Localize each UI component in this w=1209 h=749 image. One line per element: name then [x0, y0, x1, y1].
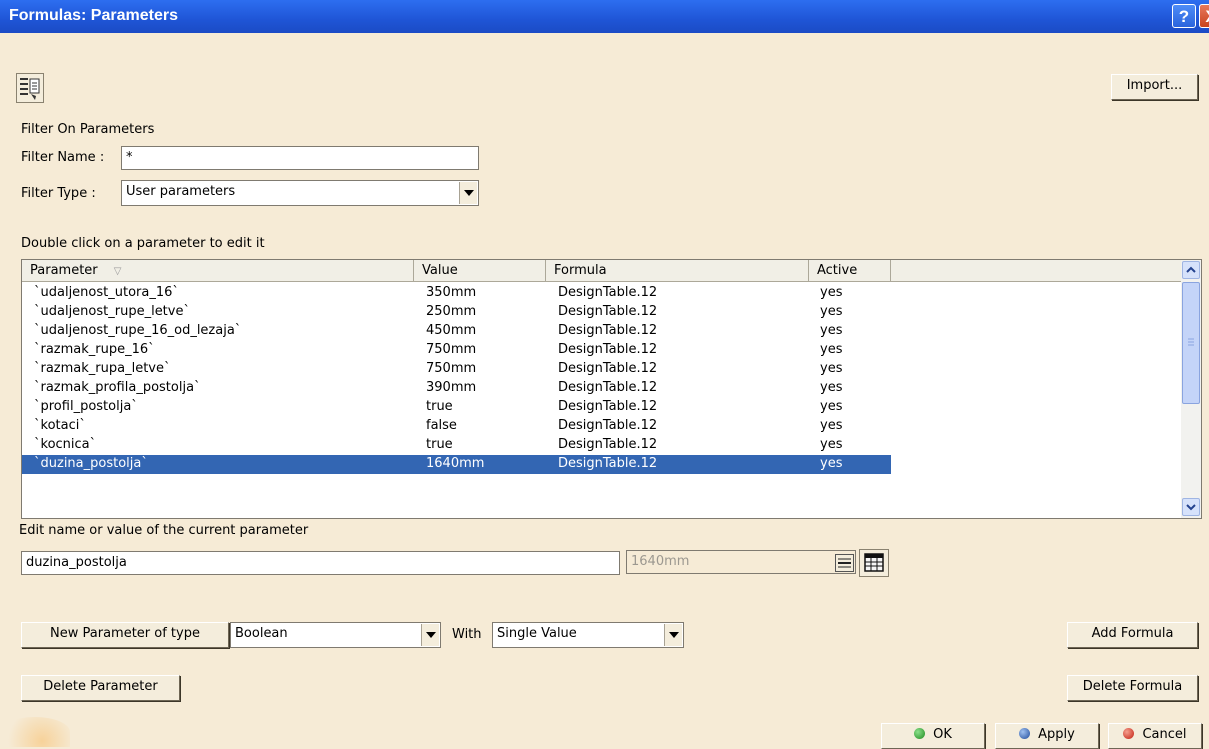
dialog-body: Import... Filter On Parameters Filter Na… [0, 33, 1209, 749]
edit-value-input: 1640mm [626, 550, 856, 574]
cell-value: false [426, 418, 457, 433]
with-value: Single Value [497, 626, 577, 641]
cell-formula: DesignTable.12 [558, 437, 658, 452]
parameter-explorer-icon[interactable] [16, 73, 44, 103]
cell-formula: DesignTable.12 [558, 323, 658, 338]
column-header-active[interactable]: Active [809, 260, 891, 282]
cell-value: true [426, 437, 453, 452]
cell-value: 350mm [426, 285, 477, 300]
cell-formula: DesignTable.12 [558, 285, 658, 300]
chevron-down-icon[interactable] [421, 624, 439, 646]
edit-label: Edit name or value of the current parame… [19, 523, 309, 538]
with-label: With [452, 627, 482, 642]
cell-parameter: `udaljenost_rupe_16_od_lezaja` [34, 323, 242, 338]
table-row[interactable]: `kocnica` true DesignTable.12 yes [22, 436, 891, 455]
scroll-down-icon[interactable] [1182, 498, 1200, 516]
cell-parameter: `duzina_postolja` [34, 456, 148, 471]
with-select[interactable]: Single Value [492, 622, 684, 648]
column-header-value[interactable]: Value [414, 260, 546, 282]
delete-parameter-button[interactable]: Delete Parameter [21, 675, 180, 701]
cell-value: true [426, 399, 453, 414]
cell-parameter: `udaljenost_rupe_letve` [34, 304, 190, 319]
design-table-icon[interactable] [859, 549, 889, 577]
cell-active: yes [820, 323, 843, 338]
table-row[interactable]: `razmak_rupe_16` 750mm DesignTable.12 yes [22, 341, 891, 360]
cell-value: 1640mm [426, 456, 485, 471]
ok-button[interactable]: OK [881, 723, 985, 749]
cell-parameter: `razmak_profila_postolja` [34, 380, 201, 395]
filter-section-label: Filter On Parameters [21, 122, 155, 137]
spinner-icon[interactable] [835, 554, 854, 572]
new-parameter-type-select[interactable]: Boolean [230, 622, 441, 648]
cell-parameter: `kocnica` [34, 437, 97, 452]
cell-value: 450mm [426, 323, 477, 338]
cell-value: 250mm [426, 304, 477, 319]
cell-active: yes [820, 285, 843, 300]
cell-active: yes [820, 456, 843, 471]
cell-active: yes [820, 418, 843, 433]
filter-type-select[interactable]: User parameters [121, 180, 479, 206]
title-bar: Formulas: Parameters ? X [0, 0, 1209, 33]
apply-button[interactable]: Apply [995, 723, 1099, 749]
ok-icon [914, 728, 926, 739]
add-formula-button[interactable]: Add Formula [1067, 622, 1198, 648]
import-button[interactable]: Import... [1111, 74, 1198, 100]
cell-parameter: `razmak_rupa_letve` [34, 361, 171, 376]
filter-icon: ▽ [113, 266, 122, 277]
decorative-orb [0, 717, 70, 747]
chevron-down-icon[interactable] [459, 182, 477, 204]
cell-active: yes [820, 342, 843, 357]
table-row[interactable]: `razmak_profila_postolja` 390mm DesignTabl… [22, 379, 891, 398]
table-row[interactable]: `razmak_rupa_letve` 750mm DesignTable.12 ye… [22, 360, 891, 379]
edit-name-input[interactable]: duzina_postolja [21, 551, 620, 575]
table-row[interactable]: `duzina_postolja` 1640mm DesignTable.12 yes [22, 454, 892, 475]
cell-active: yes [820, 361, 843, 376]
table-row[interactable]: `udaljenost_rupe_letve` 250mm DesignTable.… [22, 303, 891, 322]
column-header-formula[interactable]: Formula [546, 260, 809, 282]
cell-parameter: `udaljenost_utora_16` [34, 285, 179, 300]
filter-name-input[interactable]: * [121, 146, 479, 170]
cancel-button[interactable]: Cancel [1108, 723, 1202, 749]
scroll-up-icon[interactable] [1182, 261, 1200, 279]
close-button[interactable]: X [1199, 4, 1209, 28]
table-row[interactable]: `udaljenost_utora_16` 350mm DesignTable.12… [22, 284, 891, 303]
cell-parameter: `profil_postolja` [34, 399, 138, 414]
table-row[interactable]: `profil_postolja` true DesignTable.12 yes [22, 398, 891, 417]
cancel-icon [1123, 728, 1135, 739]
filter-type-label: Filter Type : [21, 186, 96, 201]
help-button[interactable]: ? [1172, 4, 1196, 28]
table-row[interactable]: `udaljenost_rupe_16_od_lezaja` 450mm Desig… [22, 322, 891, 341]
cell-formula: DesignTable.12 [558, 361, 658, 376]
cell-parameter: `razmak_rupe_16` [34, 342, 155, 357]
column-header-empty [891, 260, 1182, 282]
scroll-thumb[interactable] [1182, 282, 1200, 404]
cell-value: 750mm [426, 342, 477, 357]
parameters-table: Parameter ▽ Value Formula Active `udalje… [21, 259, 1202, 519]
column-header-parameter[interactable]: Parameter ▽ [22, 260, 414, 282]
delete-formula-button[interactable]: Delete Formula [1067, 675, 1198, 701]
filter-type-value: User parameters [126, 184, 236, 199]
cell-formula: DesignTable.12 [558, 456, 658, 471]
chevron-down-icon[interactable] [664, 624, 682, 646]
table-hint: Double click on a parameter to edit it [21, 236, 265, 251]
cell-active: yes [820, 380, 843, 395]
filter-name-label: Filter Name : [21, 150, 105, 165]
cell-value: 750mm [426, 361, 477, 376]
cell-formula: DesignTable.12 [558, 418, 658, 433]
cell-parameter: `kotaci` [34, 418, 86, 433]
cell-active: yes [820, 399, 843, 414]
cell-active: yes [820, 437, 843, 452]
cell-formula: DesignTable.12 [558, 380, 658, 395]
cell-formula: DesignTable.12 [558, 342, 658, 357]
table-row[interactable]: `kotaci` false DesignTable.12 yes [22, 417, 891, 436]
apply-icon [1019, 728, 1031, 739]
new-parameter-button[interactable]: New Parameter of type [21, 622, 229, 648]
cell-value: 390mm [426, 380, 477, 395]
cell-formula: DesignTable.12 [558, 399, 658, 414]
cell-formula: DesignTable.12 [558, 304, 658, 319]
window-title: Formulas: Parameters [9, 7, 178, 24]
new-parameter-type-value: Boolean [235, 626, 288, 641]
cell-active: yes [820, 304, 843, 319]
table-scrollbar[interactable] [1181, 260, 1201, 518]
